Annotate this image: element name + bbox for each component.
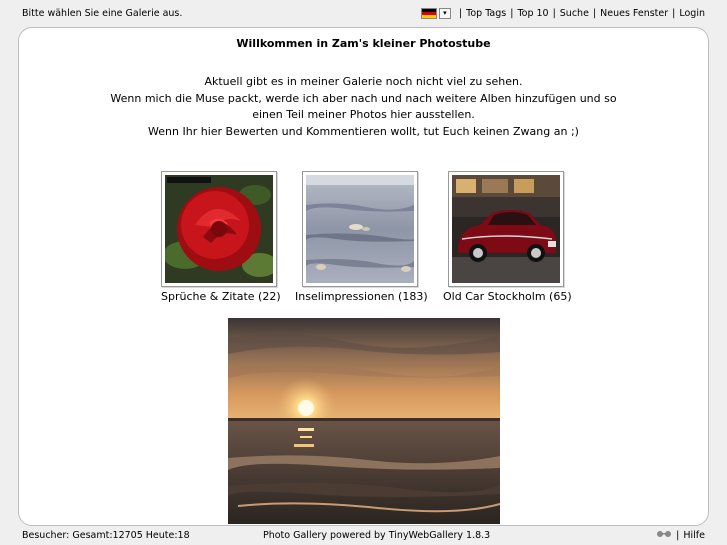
intro-line: einen Teil meiner Photos hier ausstellen… <box>252 108 475 121</box>
intro-text: Aktuell gibt es in meiner Galerie noch n… <box>79 74 648 140</box>
main-panel: Willkommen in Zam's kleiner Photostube A… <box>18 27 709 526</box>
powered-by-text[interactable]: Photo Gallery powered by TinyWebGallery … <box>263 530 490 541</box>
top-tags-link[interactable]: Top Tags <box>466 8 506 19</box>
gallery-item-inselimpressionen[interactable]: Inselimpressionen (183) <box>295 171 428 303</box>
gallery-item-old-car-stockholm[interactable]: Old Car Stockholm (65) <box>443 171 572 303</box>
new-window-link[interactable]: Neues Fenster <box>600 8 668 19</box>
gallery-thumbnail[interactable] <box>161 171 277 287</box>
top-10-link[interactable]: Top 10 <box>517 8 548 19</box>
footer-links: | Hilfe <box>656 530 705 541</box>
red-rose-photo[interactable] <box>165 175 273 283</box>
status-text: Bitte wählen Sie eine Galerie aus. <box>22 8 183 19</box>
seals-on-mudflat-photo[interactable] <box>306 175 414 283</box>
gallery-thumbnail[interactable] <box>448 171 564 287</box>
footer: Besucher: Gesamt:12705 Heute:18 Photo Ga… <box>0 526 727 545</box>
gallery-thumbnail[interactable] <box>302 171 418 287</box>
top-nav: ▾ | Top Tags | Top 10 | Suche | Neues Fe… <box>420 8 705 19</box>
glasses-icon[interactable] <box>656 530 672 541</box>
intro-line: Wenn mich die Muse packt, werde ich aber… <box>110 91 617 105</box>
login-link[interactable]: Login <box>679 8 705 19</box>
gallery-item-sprueche[interactable]: Sprüche & Zitate (22) <box>161 171 281 303</box>
gallery-label[interactable]: Inselimpressionen (183) <box>295 290 428 303</box>
gallery-list: Sprüche & Zitate (22) Inselimpressionen … <box>19 171 708 306</box>
intro-line: Aktuell gibt es in meiner Galerie noch n… <box>204 75 523 88</box>
page-title: Willkommen in Zam's kleiner Photostube <box>236 37 491 50</box>
vintage-red-car-photo[interactable] <box>452 175 560 283</box>
german-flag-icon[interactable] <box>420 8 437 19</box>
gallery-label[interactable]: Sprüche & Zitate (22) <box>161 290 281 303</box>
visitor-counter: Besucher: Gesamt:12705 Heute:18 <box>22 530 190 541</box>
help-link[interactable]: Hilfe <box>683 530 705 541</box>
chevron-down-icon[interactable]: ▾ <box>438 8 451 19</box>
search-link[interactable]: Suche <box>560 8 589 19</box>
intro-line: Wenn Ihr hier Bewerten und Kommentieren … <box>148 124 579 138</box>
sunset-over-sea-photo[interactable] <box>228 318 500 524</box>
top-bar: Bitte wählen Sie eine Galerie aus. ▾ | T… <box>0 0 727 26</box>
gallery-label[interactable]: Old Car Stockholm (65) <box>443 290 572 303</box>
